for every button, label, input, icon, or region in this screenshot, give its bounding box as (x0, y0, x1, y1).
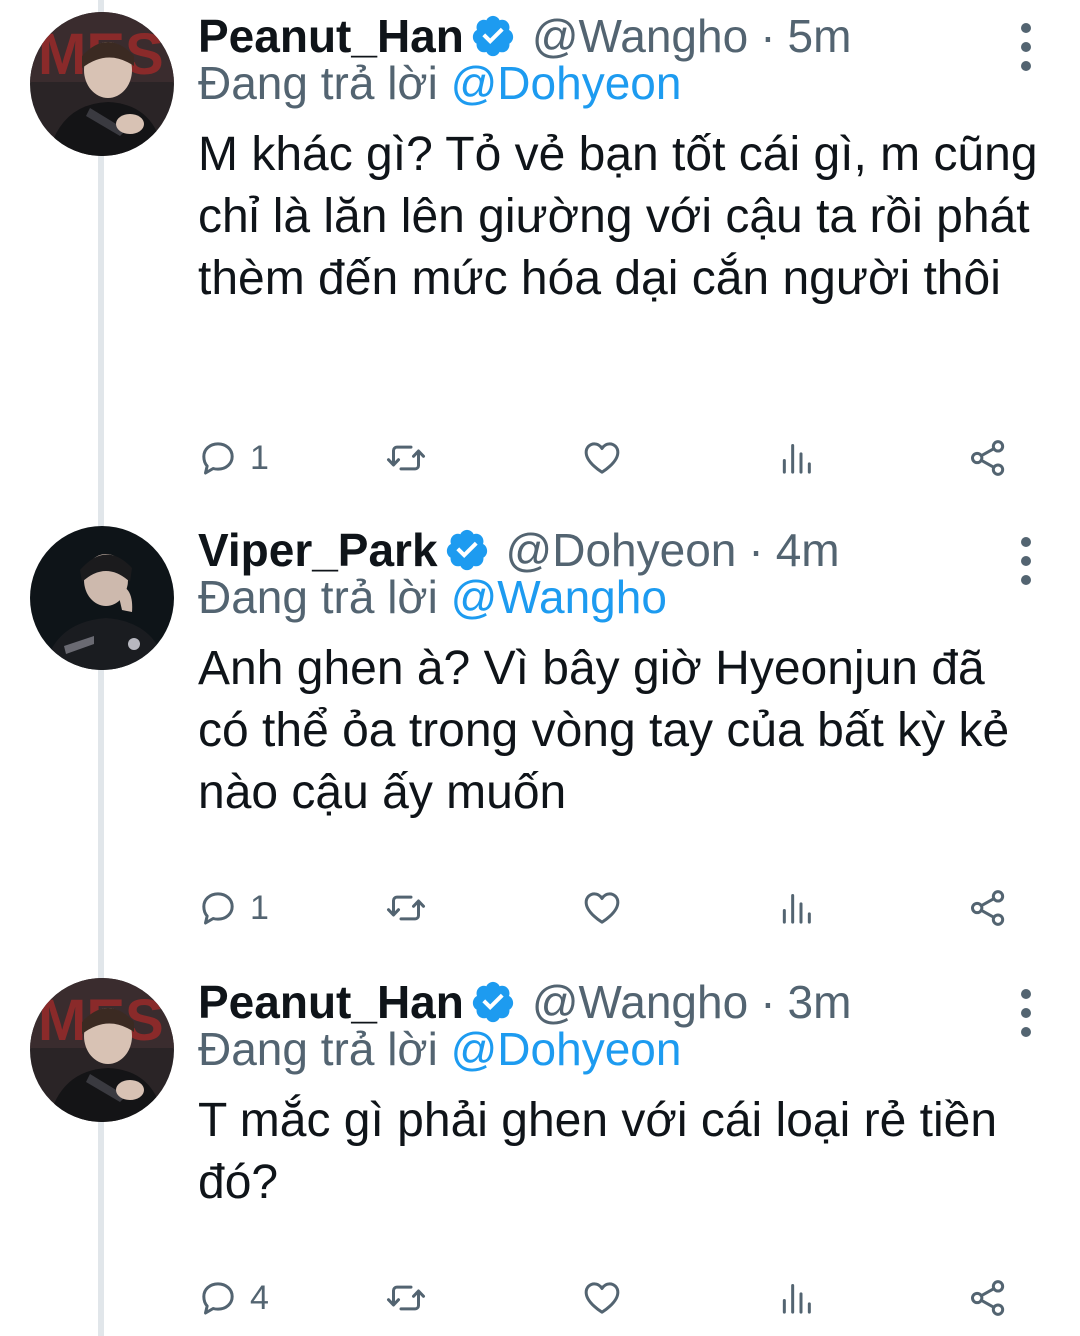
reply-count: 4 (250, 1278, 269, 1317)
reply-icon (202, 1282, 234, 1315)
replying-to: Đang trả lời @Dohyeon (198, 1022, 681, 1076)
analytics-button[interactable] (776, 434, 816, 482)
verified-badge-icon (446, 529, 487, 571)
timestamp[interactable]: 3m (788, 975, 852, 1029)
replying-mention[interactable]: @Dohyeon (451, 57, 682, 109)
handle[interactable]: @Dohyeon (506, 523, 737, 577)
like-icon (584, 1282, 620, 1314)
analytics-icon (782, 444, 811, 474)
tweet-text: M khác gì? Tỏ vẻ bạn tốt cái gì, m cũng … (198, 128, 1038, 305)
action-bar: 1 (198, 884, 1028, 932)
replying-to: Đang trả lời @Dohyeon (198, 56, 681, 110)
handle[interactable]: @Wangho (532, 9, 748, 63)
retweet-icon (387, 895, 425, 921)
share-button[interactable] (968, 1274, 1008, 1322)
retweet-button[interactable] (386, 884, 426, 932)
share-button[interactable] (968, 434, 1008, 482)
display-name[interactable]: Peanut_Han (198, 9, 464, 63)
separator-dot: · (760, 976, 776, 1028)
avatar[interactable]: MES (30, 12, 174, 156)
tweet-text: Anh ghen à? Vì bây giờ Hyeonjun đã có th… (198, 642, 1010, 819)
like-icon (584, 442, 620, 474)
analytics-icon (782, 1284, 811, 1314)
avatar[interactable]: MES (30, 978, 174, 1122)
tweet-text: T mắc gì phải ghen với cái loại rẻ tiền … (198, 1094, 998, 1209)
display-name[interactable]: Peanut_Han (198, 975, 464, 1029)
separator-dot: · (748, 524, 764, 576)
retweet-button[interactable] (386, 434, 426, 482)
share-icon (971, 890, 1005, 926)
share-icon (971, 440, 1005, 476)
replying-prefix: Đang trả lời (198, 57, 438, 109)
timestamp[interactable]: 4m (776, 523, 840, 577)
reply-count: 1 (250, 438, 269, 477)
display-name[interactable]: Viper_Park (198, 523, 438, 577)
avatar[interactable] (30, 526, 174, 670)
verified-badge-icon (472, 981, 513, 1023)
reply-button[interactable]: 1 (198, 884, 269, 932)
more-options-icon[interactable] (1014, 18, 1038, 76)
reply-button[interactable]: 1 (198, 434, 269, 482)
reply-icon (202, 442, 234, 475)
share-icon (971, 1280, 1005, 1316)
timestamp[interactable]: 5m (788, 9, 852, 63)
like-icon (584, 892, 620, 924)
retweet-button[interactable] (386, 1274, 426, 1322)
more-options-icon[interactable] (1014, 532, 1038, 590)
handle[interactable]: @Wangho (532, 975, 748, 1029)
reply-icon (202, 892, 234, 925)
like-button[interactable] (582, 884, 622, 932)
like-button[interactable] (582, 1274, 622, 1322)
analytics-icon (782, 894, 811, 924)
verified-badge-icon (472, 15, 513, 57)
retweet-icon (387, 1285, 425, 1311)
reply-button[interactable]: 4 (198, 1274, 269, 1322)
share-button[interactable] (968, 884, 1008, 932)
replying-mention[interactable]: @Dohyeon (451, 1023, 682, 1075)
analytics-button[interactable] (776, 1274, 816, 1322)
replying-prefix: Đang trả lời (198, 571, 438, 623)
reply-count: 1 (250, 888, 269, 927)
replying-prefix: Đang trả lời (198, 1023, 438, 1075)
replying-mention[interactable]: @Wangho (451, 571, 667, 623)
action-bar: 4 (198, 1274, 1028, 1322)
retweet-icon (387, 445, 425, 471)
like-button[interactable] (582, 434, 622, 482)
analytics-button[interactable] (776, 884, 816, 932)
replying-to: Đang trả lời @Wangho (198, 570, 667, 624)
action-bar: 1 (198, 434, 1028, 482)
more-options-icon[interactable] (1014, 984, 1038, 1042)
separator-dot: · (760, 10, 776, 62)
